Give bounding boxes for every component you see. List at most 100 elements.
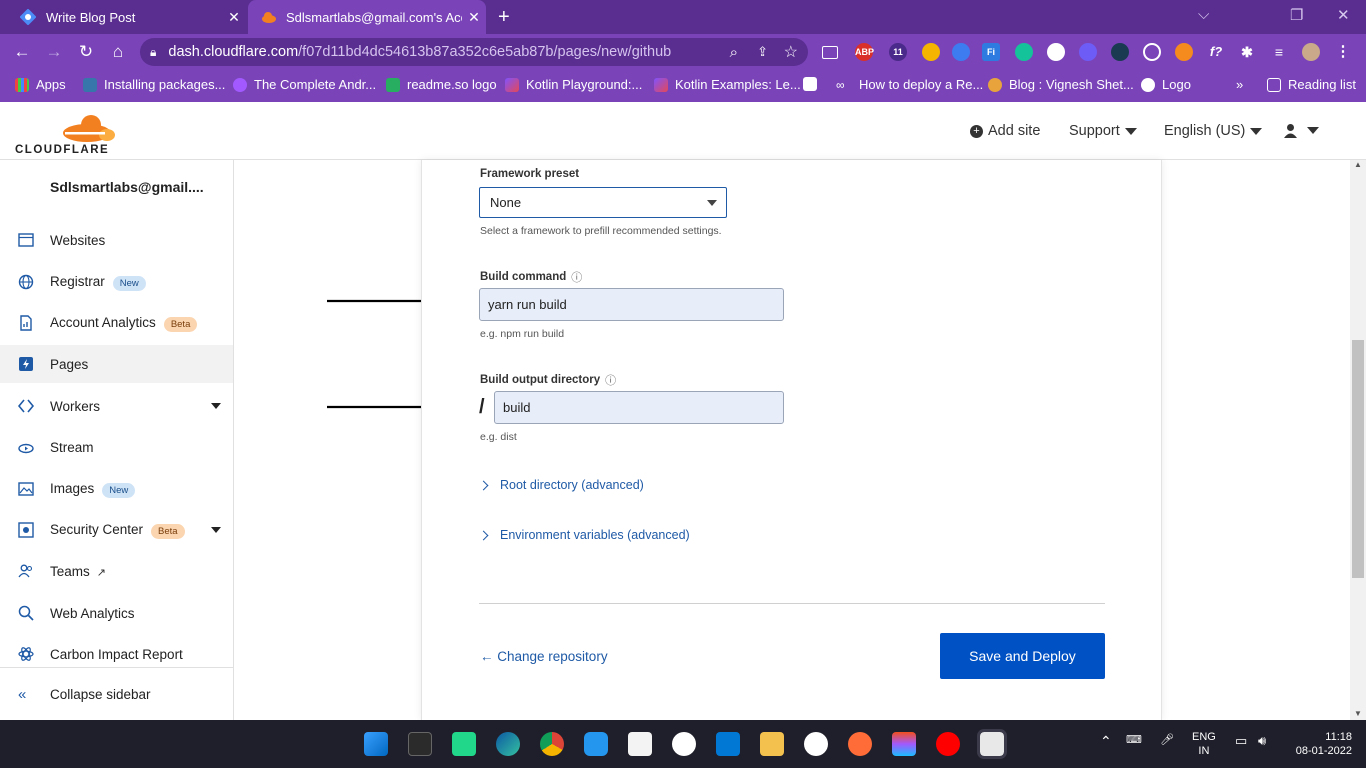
build-command-input[interactable]: yarn run build: [479, 288, 784, 321]
forward-icon[interactable]: →: [44, 42, 64, 62]
extension-firefox-icon[interactable]: [1175, 43, 1193, 61]
grammarly-icon[interactable]: [1015, 43, 1033, 61]
blog-icon: [988, 77, 1002, 92]
figma-icon[interactable]: [892, 732, 916, 756]
microsoft-store-icon[interactable]: [628, 732, 652, 756]
file-explorer-icon[interactable]: [760, 732, 784, 756]
extension-formula-icon[interactable]: f?: [1207, 43, 1225, 61]
extension-color-icon[interactable]: [922, 43, 940, 61]
address-bar[interactable]: 🔒︎ dash.cloudflare.com/f07d11bd4dc54613b…: [140, 38, 808, 66]
chevron-down-icon[interactable]: [211, 403, 221, 409]
tab-cloudflare-dashboard[interactable]: Sdlsmartlabs@gmail.com's Accou ✕: [248, 0, 486, 34]
youtube-music-icon[interactable]: [936, 732, 960, 756]
bookmark-installing-packages[interactable]: Installing packages...: [83, 77, 225, 92]
terminal-icon[interactable]: [408, 732, 432, 756]
user-menu[interactable]: [1283, 123, 1319, 138]
bookmark-star-icon[interactable]: ☆: [784, 42, 798, 62]
app-icon[interactable]: [672, 732, 696, 756]
sidebar-item-security-center[interactable]: Security Center Beta: [0, 510, 233, 550]
close-icon[interactable]: ✕: [462, 9, 486, 26]
extension-gear-icon[interactable]: [1079, 43, 1097, 61]
bookmark-how-to-deploy[interactable]: ∞ How to deploy a Re...: [836, 77, 983, 92]
scrollbar-thumb[interactable]: [1352, 340, 1364, 578]
docker-icon[interactable]: [584, 732, 608, 756]
bookmark-readme-logo[interactable]: readme.so logo: [386, 77, 497, 92]
minimize-icon[interactable]: ⌵: [1198, 6, 1209, 23]
clock[interactable]: 11:18 08-01-2022: [1288, 730, 1352, 758]
bookmark-apps[interactable]: Apps: [15, 77, 66, 92]
vscode-icon[interactable]: [716, 732, 740, 756]
react-devtools-icon[interactable]: [1111, 43, 1129, 61]
scroll-down-icon[interactable]: ▼: [1354, 709, 1362, 718]
new-tab-button[interactable]: +: [498, 6, 510, 29]
bookmark-tcs[interactable]: [803, 77, 824, 91]
windows-start-icon[interactable]: [364, 732, 388, 756]
adblock-icon[interactable]: ABP: [855, 43, 874, 61]
chrome-icon[interactable]: [540, 732, 564, 756]
reload-icon[interactable]: ↻: [76, 42, 96, 62]
sidebar-item-images[interactable]: Images New: [0, 469, 233, 509]
extension-link-icon[interactable]: [952, 43, 970, 61]
zoom-search-icon[interactable]: ⌕: [730, 44, 738, 61]
extension-fi-icon[interactable]: Fi: [982, 43, 1000, 61]
framework-preset-select[interactable]: None: [479, 187, 727, 218]
restore-icon[interactable]: ❐: [1290, 6, 1303, 24]
support-menu[interactable]: Support: [1069, 123, 1137, 139]
build-output-directory-input[interactable]: build: [494, 391, 784, 424]
chevron-up-icon[interactable]: ⌃: [1100, 733, 1112, 750]
account-name[interactable]: Sdlsmartlabs@gmail....: [50, 179, 204, 195]
info-icon[interactable]: ⓘ: [571, 269, 582, 285]
sidebar-item-pages[interactable]: Pages: [0, 345, 233, 383]
bookmark-logo[interactable]: Logo: [1141, 77, 1191, 92]
pycharm-icon[interactable]: [452, 732, 476, 756]
sidebar-item-account-analytics[interactable]: Account Analytics Beta: [0, 303, 233, 343]
cloudflare-logo[interactable]: CLOUDFLARE: [15, 112, 115, 156]
back-icon[interactable]: ←: [12, 42, 32, 62]
sidebar-item-websites[interactable]: Websites: [0, 220, 233, 260]
edge-icon[interactable]: [496, 732, 520, 756]
collapse-sidebar-button[interactable]: « Collapse sidebar: [0, 667, 233, 720]
media-control-icon[interactable]: ≡: [1270, 43, 1288, 61]
info-icon[interactable]: ⓘ: [605, 372, 616, 388]
bookmark-kotlin-examples[interactable]: Kotlin Examples: Le...: [654, 77, 801, 92]
sidebar-item-registrar[interactable]: Registrar New: [0, 262, 233, 302]
bookmark-blog-vignesh[interactable]: Blog : Vignesh Shet...: [988, 77, 1134, 92]
bookmark-complete-android[interactable]: The Complete Andr...: [233, 77, 376, 92]
tab-write-blog-post[interactable]: Write Blog Post ✕: [8, 0, 246, 34]
sidebar-item-teams[interactable]: Teams ↗: [0, 551, 233, 591]
microphone-icon[interactable]: 🎤︎: [1160, 733, 1174, 746]
window-close-icon[interactable]: ✕: [1337, 6, 1350, 24]
scroll-up-icon[interactable]: ▲: [1354, 160, 1362, 169]
snipping-tool-icon[interactable]: [977, 729, 1007, 759]
chevron-down-icon[interactable]: [211, 527, 221, 533]
sidebar-item-workers[interactable]: Workers: [0, 386, 233, 426]
environment-variables-toggle[interactable]: Environment variables (advanced): [478, 528, 690, 542]
language-indicator[interactable]: ENG IN: [1192, 730, 1216, 758]
reading-list-button[interactable]: Reading list: [1267, 77, 1356, 92]
sidebar-item-web-analytics[interactable]: Web Analytics: [0, 593, 233, 633]
github-icon[interactable]: [804, 732, 828, 756]
extension-badge-icon[interactable]: 11: [889, 43, 907, 61]
sidebar-item-stream[interactable]: Stream: [0, 427, 233, 467]
close-icon[interactable]: ✕: [222, 9, 246, 26]
home-icon[interactable]: ⌂: [108, 42, 128, 62]
add-site-button[interactable]: + Add site: [970, 123, 1040, 139]
bookmarks-overflow-button[interactable]: »: [1236, 77, 1243, 92]
network-icon[interactable]: ▭: [1235, 733, 1247, 749]
extension-code-icon[interactable]: [1047, 43, 1065, 61]
volume-icon[interactable]: 🔊︎: [1258, 733, 1266, 749]
keyboard-icon[interactable]: ⌨: [1126, 733, 1142, 746]
save-and-deploy-button[interactable]: Save and Deploy: [940, 633, 1105, 679]
change-repository-link[interactable]: ← Change repository: [480, 649, 608, 664]
extension-target-icon[interactable]: [1143, 43, 1161, 61]
browser-menu-icon[interactable]: ⋮: [1334, 43, 1352, 61]
bookmark-kotlin-playground[interactable]: Kotlin Playground:...: [505, 77, 642, 92]
language-menu[interactable]: English (US): [1164, 123, 1263, 139]
page-scrollbar[interactable]: ▲ ▼: [1350, 160, 1366, 720]
postman-icon[interactable]: [848, 732, 872, 756]
root-directory-toggle[interactable]: Root directory (advanced): [478, 478, 644, 492]
profile-avatar-icon[interactable]: [1302, 43, 1320, 61]
extensions-puzzle-icon[interactable]: ✱: [1238, 43, 1256, 61]
cast-icon[interactable]: [822, 46, 838, 59]
share-icon[interactable]: ⇪: [757, 44, 768, 60]
